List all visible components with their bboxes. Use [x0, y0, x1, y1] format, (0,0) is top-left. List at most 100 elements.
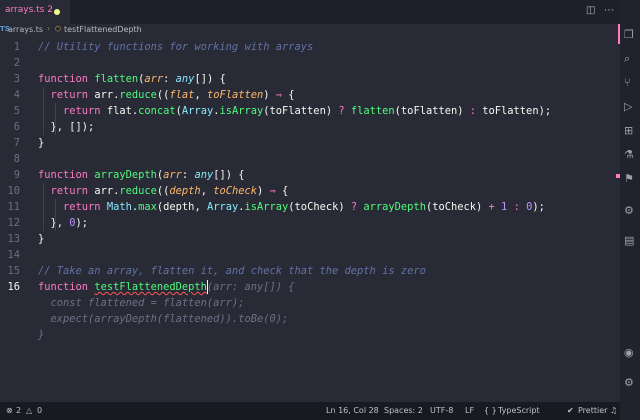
flask-icon[interactable]: ⚑: [624, 172, 634, 185]
code-line[interactable]: 4 return arr.reduce((flat, toFlatten) ⇒ …: [0, 87, 620, 103]
code-token: {: [275, 185, 289, 197]
line-number: 15: [7, 265, 20, 277]
code-text: expect(arrayDepth(flattened)).toBe(0);: [38, 311, 289, 327]
code-token: (toFlatten): [263, 105, 339, 117]
code-token: return: [63, 201, 107, 213]
code-token: arrayDepth: [363, 201, 426, 213]
cursor-position[interactable]: Ln 16, Col 28: [326, 406, 379, 415]
tab-arrays-ts[interactable]: arrays.ts 2: [0, 0, 70, 24]
error-count[interactable]: 2: [16, 406, 21, 415]
error-squiggle-token: testFlattenedDepth: [94, 281, 207, 293]
line-number: 9: [13, 169, 20, 181]
code-token: concat: [138, 105, 176, 117]
line-number: 14: [7, 249, 20, 261]
check-icon[interactable]: ✔: [567, 406, 574, 415]
code-line[interactable]: 11 return Math.max(depth, Array.isArray(…: [0, 199, 620, 215]
code-line[interactable]: 6 }, []);: [0, 119, 620, 135]
notifications-icon[interactable]: ♫: [610, 406, 617, 415]
code-line[interactable]: 8: [0, 151, 620, 167]
indent-guide: [43, 87, 44, 135]
line-ending[interactable]: LF: [465, 406, 474, 415]
code-token: arrayDepth: [94, 169, 157, 181]
more-actions-icon[interactable]: ⋯: [604, 5, 614, 16]
code-token: isArray: [219, 105, 264, 117]
line-number: 6: [13, 121, 20, 133]
line-number: 3: [13, 73, 20, 85]
code-text: // Utility functions for working with ar…: [38, 39, 313, 55]
testing-icon[interactable]: ⚗: [624, 148, 634, 161]
code-token: any: [194, 169, 214, 181]
text-cursor: [207, 280, 208, 294]
indent-guide: [55, 103, 56, 135]
search-icon[interactable]: ⌕: [624, 52, 630, 66]
code-line[interactable]: 13}: [0, 231, 620, 247]
code-token: function: [38, 281, 95, 293]
warning-count[interactable]: 0: [37, 406, 42, 415]
code-token: max: [138, 201, 157, 213]
code-text: return Math.max(depth, Array.isArray(toC…: [38, 199, 545, 215]
formatter[interactable]: Prettier: [578, 406, 607, 415]
code-line[interactable]: 14: [0, 247, 620, 263]
manage-icon[interactable]: ⚙: [624, 376, 634, 389]
extensions-icon[interactable]: ⊞: [624, 124, 633, 137]
braces-icon[interactable]: { }: [484, 406, 497, 415]
code-token: (toCheck): [288, 201, 351, 213]
code-line[interactable]: 12 }, 0);: [0, 215, 620, 231]
code-line[interactable]: 9 function arrayDepth(arr: any[]) {: [0, 167, 620, 183]
remote-icon[interactable]: ⚙: [624, 204, 634, 217]
breadcrumb-file[interactable]: arrays.ts: [8, 25, 43, 34]
run-debug-icon[interactable]: ▷: [624, 100, 632, 113]
code-text: return arr.reduce((depth, toCheck) ⇒ {: [38, 183, 289, 199]
code-line[interactable]: expect(arrayDepth(flattened)).toBe(0);: [0, 311, 620, 327]
code-token: return: [50, 89, 95, 101]
language-mode[interactable]: TypeScript: [498, 406, 540, 415]
line-number: 5: [13, 105, 20, 117]
source-control-icon[interactable]: ⑂: [624, 76, 631, 89]
code-line[interactable]: 2: [0, 55, 620, 71]
code-line[interactable]: 5 return flat.concat(Array.isArray(toFla…: [0, 103, 620, 119]
split-editor-icon[interactable]: ◫: [586, 5, 595, 16]
code-token: flatten: [94, 73, 139, 85]
code-token: flat: [169, 89, 195, 101]
code-line[interactable]: 16 function testFlattenedDepth(arr: any[]…: [0, 279, 620, 295]
code-token: {: [282, 89, 295, 101]
warning-icon[interactable]: △: [26, 406, 32, 415]
account-icon[interactable]: ◉: [624, 346, 634, 359]
code-token: reduce: [119, 185, 157, 197]
line-number: 4: [13, 89, 20, 101]
code-token: const flattened = flatten(arr);: [38, 297, 245, 309]
code-token: expect(arrayDepth(flattened)).toBe(0);: [38, 313, 289, 325]
indentation[interactable]: Spaces: 2: [384, 406, 423, 415]
modified-dot-icon[interactable]: [54, 9, 60, 15]
code-token: any: [175, 73, 195, 85]
code-editor[interactable]: 1 // Utility functions for working with a…: [0, 38, 620, 402]
encoding[interactable]: UTF-8: [430, 406, 453, 415]
code-text: return arr.reduce((flat, toFlatten) ⇒ {: [38, 87, 295, 103]
code-line[interactable]: 15 // Take an array, flatten it, and chec…: [0, 263, 620, 279]
line-number: 2: [13, 57, 20, 69]
code-token: flatten: [350, 105, 395, 117]
files-icon[interactable]: ❐: [624, 28, 634, 41]
breadcrumb-symbol[interactable]: testFlattenedDepth: [64, 25, 142, 34]
code-line[interactable]: }: [0, 327, 620, 343]
code-line[interactable]: 7}: [0, 135, 620, 151]
tab-title: arrays.ts 2: [5, 5, 53, 15]
error-icon[interactable]: ⊗: [6, 406, 13, 415]
code-text: function arrayDepth(arr: any[]) {: [38, 167, 245, 183]
line-number: 13: [7, 233, 20, 245]
code-token: function: [38, 169, 95, 181]
code-token: Array: [181, 105, 214, 117]
code-token: ): [263, 89, 276, 101]
code-line[interactable]: 1 // Utility functions for working with a…: [0, 39, 620, 55]
code-text: }, 0);: [38, 215, 89, 231]
line-number: 1: [13, 41, 20, 53]
code-token: return: [63, 105, 107, 117]
panel-icon[interactable]: ▤: [624, 234, 634, 247]
code-line[interactable]: const flattened = flatten(arr);: [0, 295, 620, 311]
line-number: 11: [7, 201, 20, 213]
code-line[interactable]: 10 return arr.reduce((depth, toCheck) ⇒ …: [0, 183, 620, 199]
code-line[interactable]: 3 function flatten(arr: any[]) {: [0, 71, 620, 87]
